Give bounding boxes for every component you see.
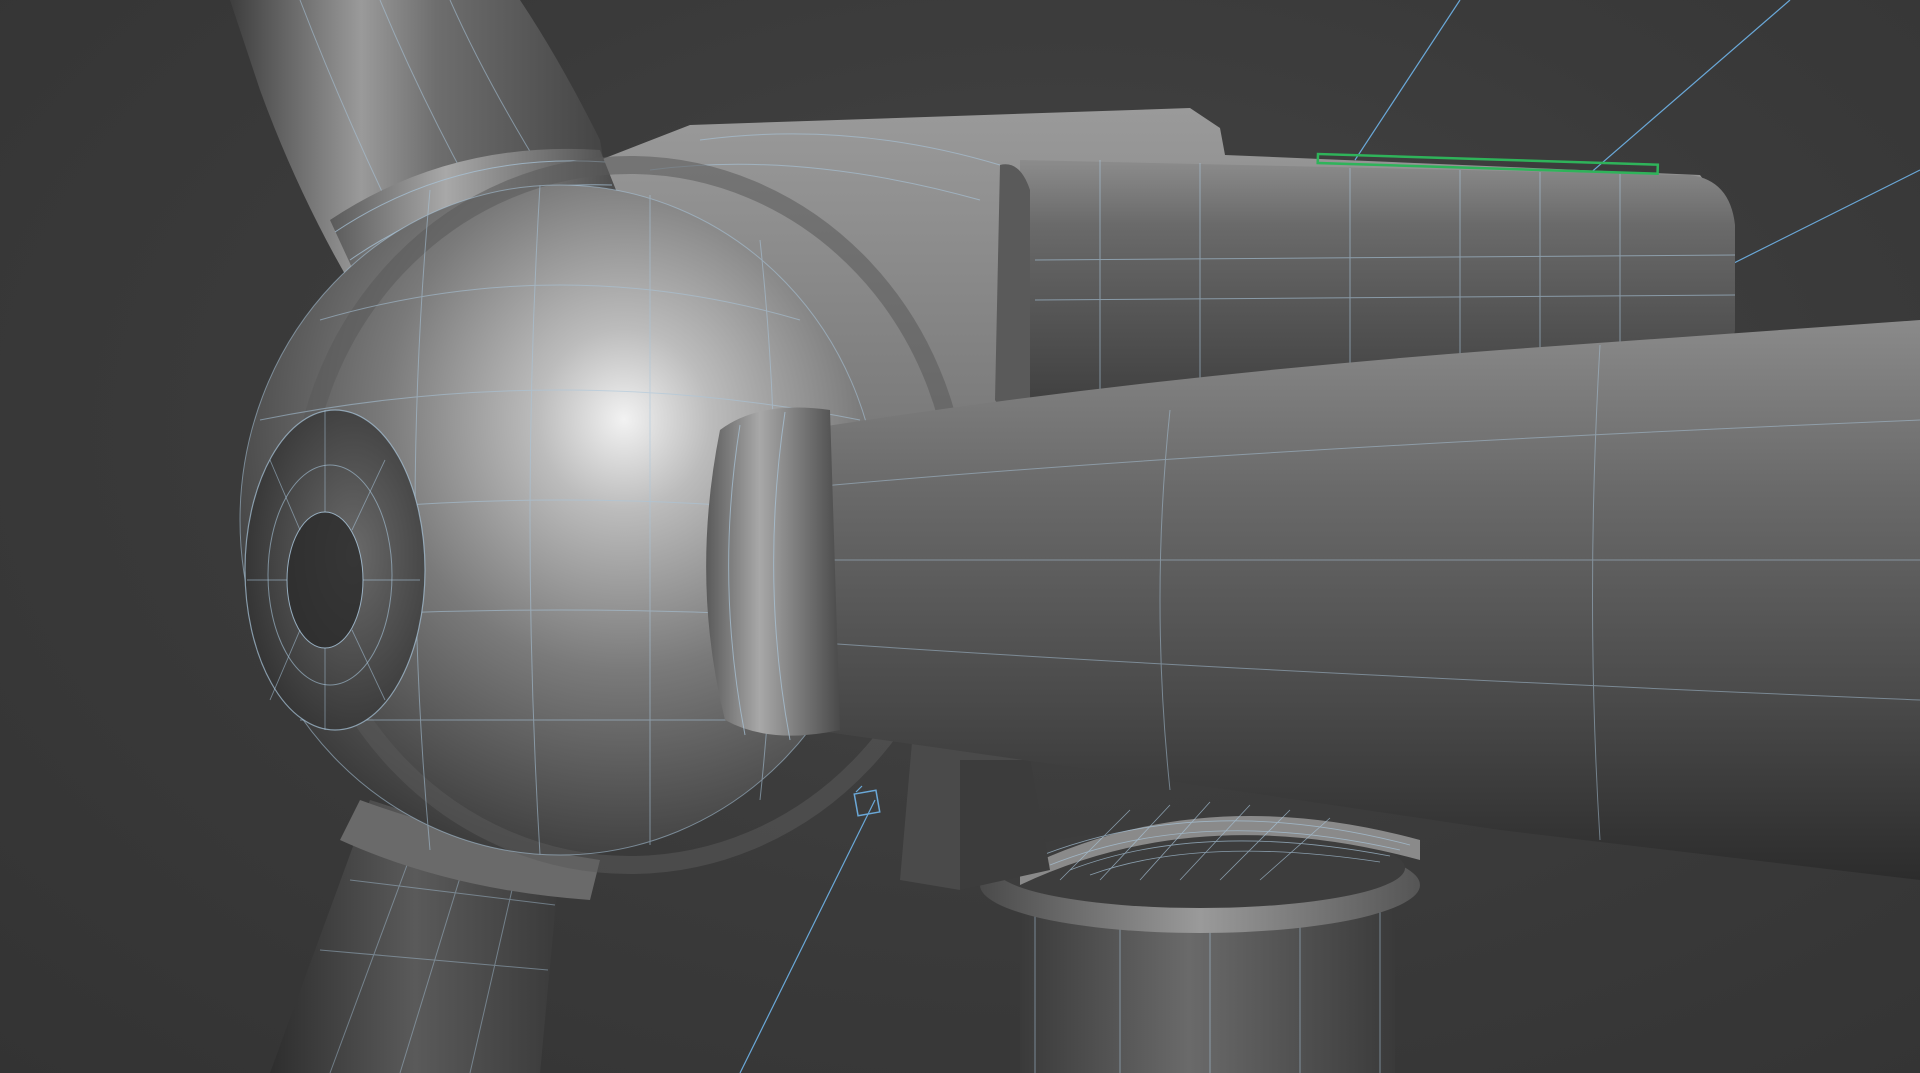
viewport-canvas[interactable] (0, 0, 1920, 1073)
selection-gizmo[interactable] (853, 785, 881, 817)
hub-nose-cap[interactable] (244, 409, 426, 731)
3d-viewport[interactable] (0, 0, 1920, 1073)
